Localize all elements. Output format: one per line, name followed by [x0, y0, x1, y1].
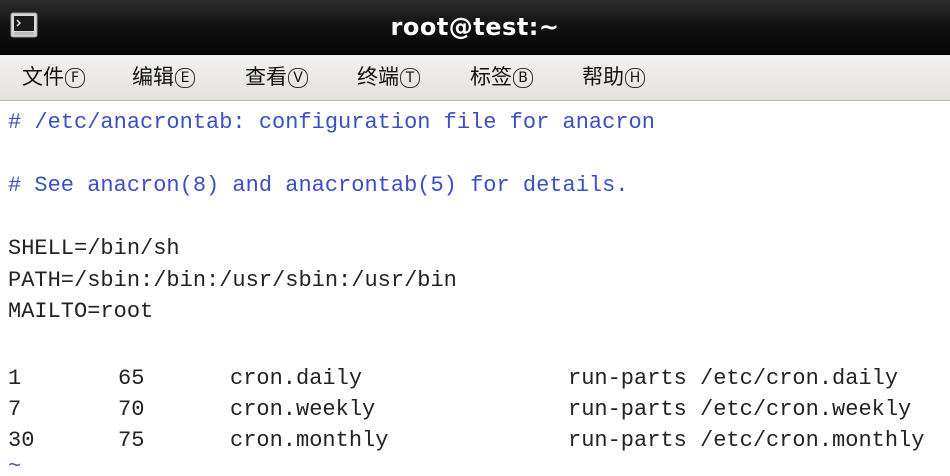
- job-command: run-parts /etc/cron.monthly: [568, 428, 925, 453]
- menu-view[interactable]: 查看 V: [245, 63, 309, 91]
- menu-label: 帮助: [582, 65, 624, 89]
- menu-bar: 文件 F 编辑 E 查看 V 终端 T 标签 B 帮助 H: [0, 55, 950, 101]
- job-id: cron.weekly: [230, 397, 376, 422]
- job-period: 1: [8, 366, 22, 391]
- job-delay: 70: [118, 397, 145, 422]
- comment-line: # See anacron(8) and anacrontab(5) for d…: [8, 173, 629, 198]
- empty-line-tilde: ~: [8, 454, 22, 476]
- menu-label: 文件: [22, 65, 64, 89]
- mnemonic: F: [65, 68, 85, 88]
- menu-tabs[interactable]: 标签 B: [470, 63, 534, 91]
- mnemonic: T: [400, 68, 420, 88]
- job-id: cron.daily: [230, 366, 363, 391]
- mnemonic: B: [513, 68, 533, 88]
- job-delay: 65: [118, 366, 145, 391]
- job-id: cron.monthly: [230, 428, 389, 453]
- env-line: PATH=/sbin:/bin:/usr/sbin:/usr/bin: [8, 268, 457, 293]
- menu-terminal[interactable]: 终端 T: [357, 63, 421, 91]
- job-row: 1 65 cron.daily run-parts /etc/cron.dail…: [8, 365, 948, 393]
- mnemonic: H: [625, 68, 645, 88]
- job-delay: 75: [118, 428, 145, 453]
- menu-label: 编辑: [132, 65, 174, 89]
- mnemonic: E: [175, 68, 195, 88]
- terminal-content[interactable]: # /etc/anacrontab: configuration file fo…: [0, 101, 950, 476]
- menu-label: 终端: [357, 65, 399, 89]
- job-period: 7: [8, 397, 22, 422]
- job-command: run-parts /etc/cron.daily: [568, 366, 899, 391]
- menu-edit[interactable]: 编辑 E: [132, 63, 196, 91]
- window-title: root@test:~: [390, 13, 560, 41]
- env-line: MAILTO=root: [8, 299, 154, 324]
- job-period: 30: [8, 428, 35, 453]
- mnemonic: V: [288, 68, 308, 88]
- menu-label: 查看: [245, 65, 287, 89]
- job-row: 30 75 cron.monthly run-parts /etc/cron.m…: [8, 427, 948, 455]
- menu-help[interactable]: 帮助 H: [582, 63, 646, 91]
- menu-file[interactable]: 文件 F: [22, 63, 86, 91]
- job-row: 7 70 cron.weekly run-parts /etc/cron.wee…: [8, 396, 948, 424]
- env-line: SHELL=/bin/sh: [8, 236, 180, 261]
- job-command: run-parts /etc/cron.weekly: [568, 397, 912, 422]
- terminal-window: root@test:~ 文件 F 编辑 E 查看 V 终端 T 标签 B 帮助 H # /e…: [0, 0, 950, 476]
- menu-label: 标签: [470, 65, 512, 89]
- comment-line: # /etc/anacrontab: configuration file fo…: [8, 110, 655, 135]
- title-bar[interactable]: root@test:~: [0, 0, 950, 55]
